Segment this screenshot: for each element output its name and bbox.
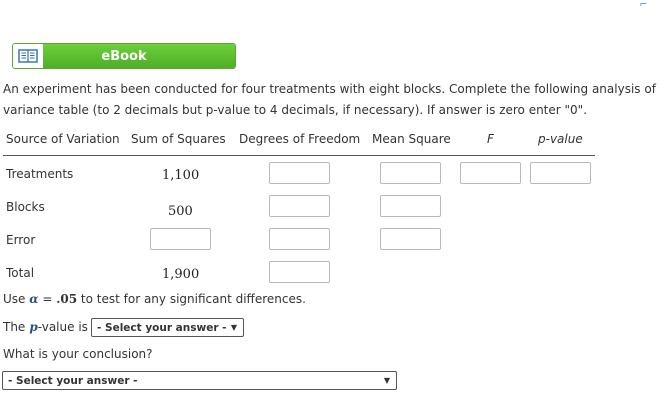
pvalue-prefix: The bbox=[3, 320, 26, 334]
row-label-treatments: Treatments bbox=[6, 167, 74, 181]
header-divider bbox=[3, 155, 595, 156]
treatments-pvalue-input[interactable] bbox=[530, 162, 591, 184]
row-label-blocks: Blocks bbox=[6, 200, 45, 214]
dropdown-arrow-icon: ▼ bbox=[383, 376, 390, 385]
error-df-input[interactable] bbox=[269, 228, 330, 250]
header-degrees-of-freedom: Degrees of Freedom bbox=[239, 132, 361, 146]
alpha-value: .05 bbox=[56, 292, 78, 306]
treatments-ms-input[interactable] bbox=[380, 162, 441, 184]
header-source: Source of Variation bbox=[6, 132, 120, 146]
header-sum-of-squares: Sum of Squares bbox=[131, 132, 226, 146]
header-mean-square: Mean Square bbox=[372, 132, 451, 146]
total-ss-value: 1,900 bbox=[162, 267, 200, 282]
row-label-error: Error bbox=[6, 233, 36, 247]
alpha-suffix: to test for any significant differences. bbox=[80, 292, 306, 306]
alpha-equals: = bbox=[42, 292, 53, 306]
total-df-input[interactable] bbox=[269, 261, 330, 283]
pvalue-select[interactable]: - Select your answer - ▼ bbox=[91, 318, 244, 337]
row-label-total: Total bbox=[6, 266, 35, 280]
alpha-instruction: Use α = .05 to test for any significant … bbox=[3, 292, 306, 306]
pvalue-suffix: -value is bbox=[37, 320, 88, 334]
alpha-symbol: α bbox=[29, 292, 39, 306]
alpha-prefix: Use bbox=[3, 292, 26, 306]
blocks-df-input[interactable] bbox=[269, 195, 330, 217]
error-ms-input[interactable] bbox=[380, 228, 441, 250]
treatments-ss-value: 1,100 bbox=[162, 168, 200, 183]
blocks-ss-value: 500 bbox=[168, 204, 193, 219]
error-ss-input[interactable] bbox=[150, 228, 211, 250]
pvalue-question: The p-value is bbox=[3, 320, 88, 334]
pvalue-p: p bbox=[29, 320, 38, 334]
blocks-ms-input[interactable] bbox=[380, 195, 441, 217]
treatments-df-input[interactable] bbox=[269, 162, 330, 184]
conclusion-select[interactable]: - Select your answer - ▼ bbox=[2, 371, 397, 390]
treatments-f-input[interactable] bbox=[460, 162, 521, 184]
top-link-fragment: ⌐ bbox=[639, 0, 647, 10]
pvalue-select-value: - Select your answer - bbox=[97, 321, 227, 334]
book-icon bbox=[13, 44, 43, 68]
header-p-value: p-value bbox=[538, 132, 583, 146]
problem-statement: An experiment has been conducted for fou… bbox=[3, 82, 656, 117]
ebook-label: eBook bbox=[43, 44, 235, 68]
conclusion-question: What is your conclusion? bbox=[3, 347, 153, 361]
ebook-button[interactable]: eBook bbox=[12, 43, 236, 69]
dropdown-arrow-icon: ▼ bbox=[230, 323, 237, 332]
header-f: F bbox=[487, 132, 494, 146]
conclusion-select-value: - Select your answer - bbox=[8, 374, 138, 387]
